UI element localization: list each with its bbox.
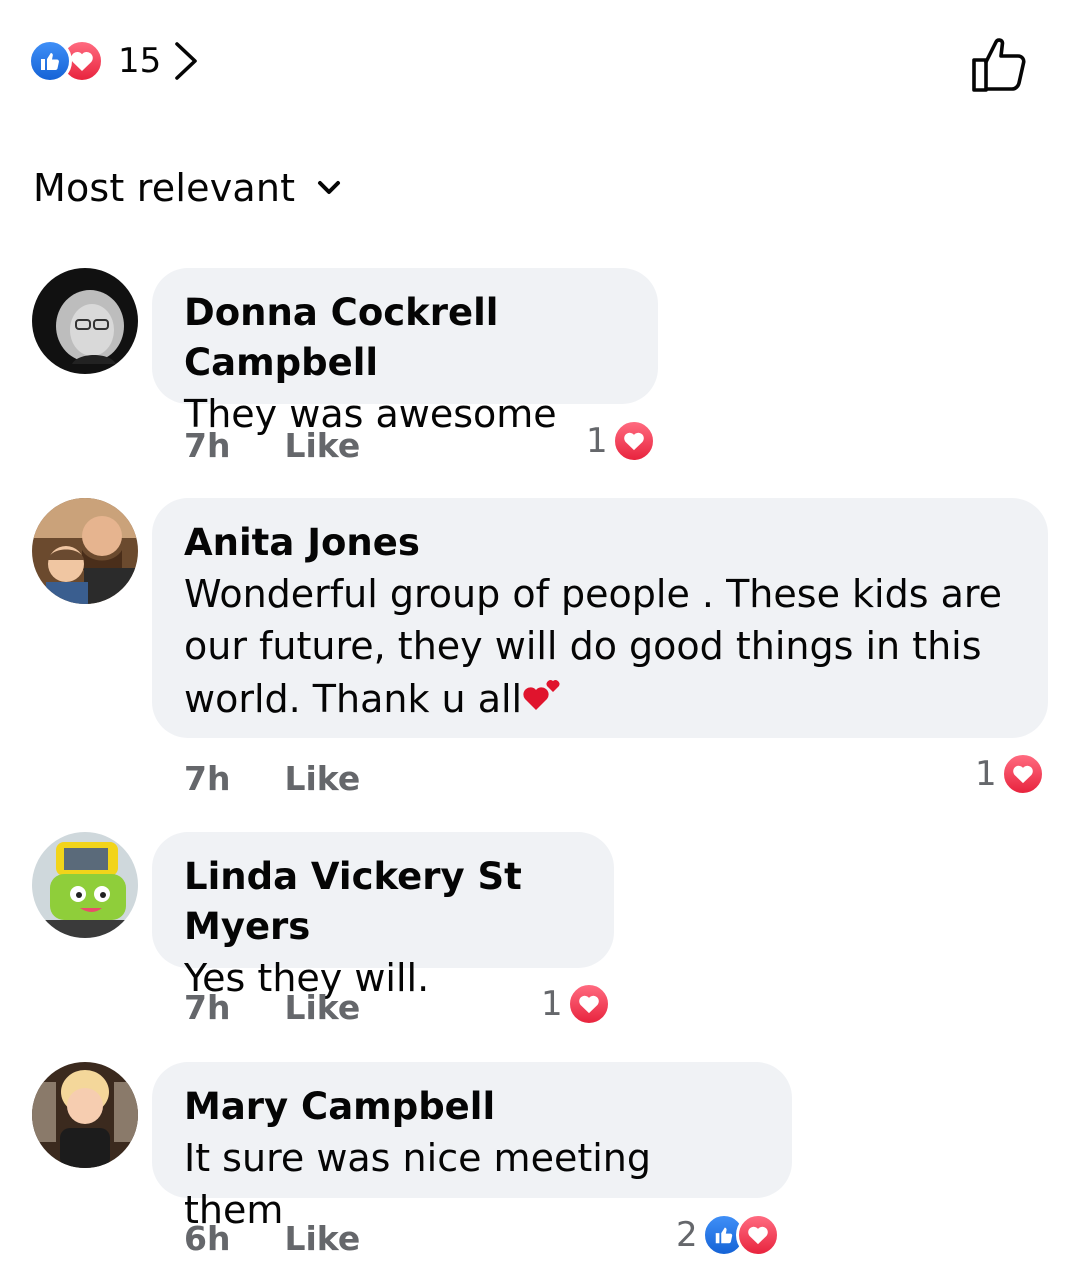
like-button[interactable]: Like xyxy=(284,988,360,1027)
comment-time[interactable]: 7h xyxy=(184,988,230,1027)
love-reaction-icon xyxy=(735,1213,780,1257)
comment-reactions[interactable]: 2 xyxy=(676,1212,780,1258)
love-reaction-icon xyxy=(611,419,656,463)
comment-reactions[interactable]: 1 xyxy=(541,981,611,1027)
reaction-summary[interactable]: 15 xyxy=(28,38,199,84)
like-reaction-icon xyxy=(28,39,72,83)
sort-label: Most relevant xyxy=(33,166,296,210)
comment-reaction-count: 1 xyxy=(586,421,608,461)
comment-meta: 7h Like xyxy=(184,420,360,470)
comment-text: Wonderful group of people . These kids a… xyxy=(184,572,1003,616)
comment-reaction-count: 1 xyxy=(541,984,563,1024)
like-button[interactable]: Like xyxy=(284,426,360,465)
avatar[interactable] xyxy=(32,832,138,938)
comment-reaction-count: 2 xyxy=(676,1215,698,1255)
avatar[interactable] xyxy=(32,498,138,604)
comment-time[interactable]: 6h xyxy=(184,1219,230,1258)
comments-panel: 15 Most relevant Donna Cockrell Campbell… xyxy=(0,0,1079,1276)
commenter-name[interactable]: Anita Jones xyxy=(184,518,1016,568)
reaction-count: 15 xyxy=(118,41,162,81)
comment-bubble: Mary Campbell It sure was nice meeting t… xyxy=(152,1062,792,1232)
comment-text: our future, they will do good things in … xyxy=(184,624,982,668)
two-hearts-emoji xyxy=(522,672,566,725)
love-reaction-icon xyxy=(1000,752,1045,796)
comment-meta: 7h Like xyxy=(184,753,360,803)
comment-reactions[interactable]: 1 xyxy=(975,751,1045,797)
thumbs-up-outline-icon[interactable] xyxy=(968,34,1030,94)
commenter-name[interactable]: Linda Vickery St Myers xyxy=(184,852,582,952)
sort-dropdown[interactable]: Most relevant xyxy=(33,166,341,210)
comment-text: world. Thank u all xyxy=(184,677,523,721)
like-button[interactable]: Like xyxy=(284,1219,360,1258)
comment-time[interactable]: 7h xyxy=(184,759,230,798)
comment-bubble: Linda Vickery St Myers Yes they will. xyxy=(152,832,614,1000)
comment-meta: 7h Like xyxy=(184,982,360,1032)
avatar[interactable] xyxy=(32,268,138,374)
chevron-right-icon xyxy=(173,41,199,81)
comment-reaction-count: 1 xyxy=(975,754,997,794)
comment-meta: 6h Like xyxy=(184,1213,360,1263)
avatar[interactable] xyxy=(32,1062,138,1168)
chevron-down-icon xyxy=(317,180,341,196)
love-reaction-icon xyxy=(566,982,611,1026)
commenter-name[interactable]: Mary Campbell xyxy=(184,1082,760,1132)
comment-bubble: Donna Cockrell Campbell They was awesome xyxy=(152,268,658,436)
comment-text-last-line: world. Thank u all xyxy=(184,672,1016,725)
commenter-name[interactable]: Donna Cockrell Campbell xyxy=(184,288,626,388)
comment-bubble: Anita Jones Wonderful group of people . … xyxy=(152,498,1048,738)
comment-reactions[interactable]: 1 xyxy=(586,418,656,464)
like-button[interactable]: Like xyxy=(284,759,360,798)
comment-time[interactable]: 7h xyxy=(184,426,230,465)
